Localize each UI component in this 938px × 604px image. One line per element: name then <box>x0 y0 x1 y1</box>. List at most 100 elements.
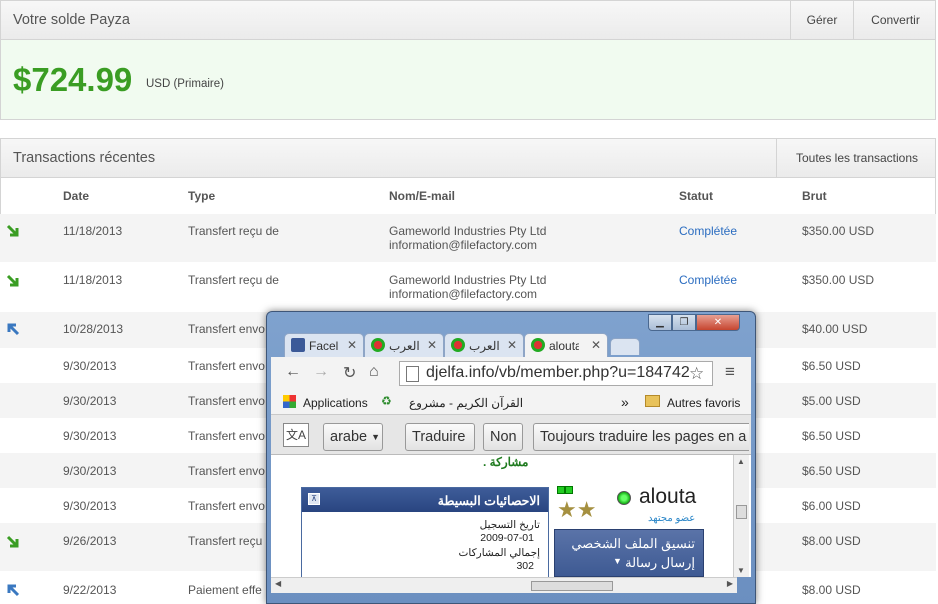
menu-icon[interactable]: ≡ <box>725 362 735 382</box>
row-date: 10/28/2013 <box>63 322 124 336</box>
scroll-left-icon[interactable]: ◀ <box>275 579 281 588</box>
bookmarks-bar: Applications ♻ القرآن الكريم - مشروع » A… <box>271 389 751 415</box>
tab-alouta[interactable]: alouta ✕ <box>524 333 608 357</box>
row-date: 9/26/2013 <box>63 534 117 548</box>
bookmark-item[interactable]: القرآن الكريم - مشروع <box>409 396 523 410</box>
scroll-thumb[interactable] <box>531 581 613 591</box>
status-indicator-icon <box>565 486 573 494</box>
address-bar[interactable]: djelfa.info/vb/member.php?u=184742 <box>399 361 713 386</box>
row-status-link[interactable]: Complétée <box>679 224 737 238</box>
row-date: 11/18/2013 <box>63 224 123 238</box>
translate-button[interactable]: Traduire <box>405 423 475 451</box>
rank-stars-icon: ★★ <box>557 497 597 522</box>
facebook-icon <box>291 338 305 352</box>
row-name: Gameworld Industries Pty Ltd <box>389 224 547 238</box>
close-tab-icon[interactable]: ✕ <box>347 338 357 352</box>
forward-icon[interactable]: → <box>313 363 329 381</box>
row-gross: $40.00 USD <box>802 322 868 336</box>
col-gross[interactable]: Brut <box>802 189 827 203</box>
row-name: Gameworld Industries Pty Ltd <box>389 273 547 287</box>
balance-currency: USD (Primaire) <box>146 78 224 90</box>
tab-site[interactable]: العرب ✕ <box>364 333 444 357</box>
balance-title: Votre solde Payza <box>13 12 130 28</box>
balance-header: Votre solde Payza Gérer Convertir <box>0 0 936 40</box>
maximize-button[interactable]: ❐ <box>672 314 696 331</box>
stats-box: ⊼ الاحصائيات البسيطة تاريخ التسجيل 2009-… <box>301 487 549 577</box>
tab-site[interactable]: العرب ✕ <box>444 333 524 357</box>
top-text: مشاركة . <box>483 455 529 469</box>
bookmark-apps[interactable]: Applications <box>303 396 368 410</box>
scroll-down-icon[interactable]: ▼ <box>737 566 745 575</box>
minimize-button[interactable]: ▁ <box>648 314 672 331</box>
col-date[interactable]: Date <box>63 189 89 203</box>
incoming-arrow-icon <box>6 274 19 287</box>
row-date: 9/22/2013 <box>63 583 117 597</box>
back-icon[interactable]: ← <box>285 363 301 381</box>
row-gross: $8.00 USD <box>802 534 861 548</box>
row-gross: $6.00 USD <box>802 499 861 513</box>
outgoing-arrow-icon <box>7 323 20 336</box>
incoming-arrow-icon <box>6 535 19 548</box>
browser-window[interactable]: ▁ ❐ ✕ Facel ✕ العرب ✕ العرب ✕ alouta ✕ ←… <box>266 311 756 604</box>
table-row[interactable]: 11/18/2013 Transfert reçu de Gameworld I… <box>0 214 936 262</box>
row-type: Transfert envo <box>188 322 265 336</box>
star-icon[interactable]: ☆ <box>689 364 705 384</box>
always-translate-button[interactable]: Toujours traduire les pages en a <box>533 423 749 451</box>
reg-date: 2009-07-01 <box>480 532 534 544</box>
bookmark-other[interactable]: Autres favoris <box>667 396 740 410</box>
row-type: Transfert reçu <box>188 534 263 548</box>
col-type[interactable]: Type <box>188 189 215 203</box>
browser-toolbar: ← → ↻ ⌂ djelfa.info/vb/member.php?u=1847… <box>271 357 751 389</box>
recycle-icon: ♻ <box>381 394 392 408</box>
home-icon[interactable]: ⌂ <box>369 363 379 381</box>
table-row[interactable]: 11/18/2013 Transfert reçu de Gameworld I… <box>0 262 936 312</box>
username[interactable]: alouta <box>639 485 696 509</box>
close-window-button[interactable]: ✕ <box>696 314 740 331</box>
page-icon <box>406 366 419 382</box>
row-date: 11/18/2013 <box>63 273 123 287</box>
profile-menu[interactable]: تنسيق الملف الشخصي إرسال رسالة ▼ <box>554 529 704 577</box>
close-tab-icon[interactable]: ✕ <box>591 338 601 352</box>
row-gross: $8.00 USD <box>802 583 861 597</box>
reload-icon[interactable]: ↻ <box>343 363 356 383</box>
close-tab-icon[interactable]: ✕ <box>507 338 517 352</box>
col-name[interactable]: Nom/E-mail <box>389 189 455 203</box>
dropdown-icon: ▼ <box>613 556 622 566</box>
bookmarks-more[interactable]: » <box>621 394 629 410</box>
reg-label: تاريخ التسجيل <box>479 519 540 531</box>
row-type: Transfert reçu de <box>188 273 279 287</box>
scroll-thumb[interactable] <box>736 505 747 519</box>
row-date: 9/30/2013 <box>63 464 117 478</box>
row-gross: $5.00 USD <box>802 394 861 408</box>
scroll-up-icon[interactable]: ▲ <box>737 457 745 466</box>
convert-button[interactable]: Convertir <box>853 1 937 39</box>
col-status[interactable]: Statut <box>679 189 713 203</box>
all-transactions-button[interactable]: Toutes les transactions <box>776 139 937 177</box>
vertical-scrollbar[interactable]: ▲ ▼ <box>733 455 749 577</box>
profile-button[interactable]: تنسيق الملف الشخصي <box>571 536 695 552</box>
tab-facebook[interactable]: Facel ✕ <box>284 333 364 357</box>
row-gross: $350.00 USD <box>802 273 875 287</box>
manage-button[interactable]: Gérer <box>790 1 853 39</box>
new-tab-button[interactable] <box>610 338 640 355</box>
row-date: 9/30/2013 <box>63 394 117 408</box>
status-indicator-icon <box>557 486 565 494</box>
scroll-right-icon[interactable]: ▶ <box>727 579 733 588</box>
row-status-link[interactable]: Complétée <box>679 273 737 287</box>
horizontal-scrollbar[interactable]: ◀ ▶ <box>271 577 737 593</box>
row-type: Transfert reçu de <box>188 224 279 238</box>
site-icon <box>531 338 545 352</box>
collapse-icon[interactable]: ⊼ <box>308 493 320 505</box>
row-type: Paiement effe <box>188 583 262 597</box>
translate-bar: 文A arabe ▼ Traduire Non Toujours traduir… <box>271 415 751 455</box>
row-type: Transfert envo <box>188 499 265 513</box>
apps-icon <box>283 395 296 408</box>
language-select[interactable]: arabe ▼ <box>323 423 383 451</box>
row-email: information@filefactory.com <box>389 238 538 252</box>
close-tab-icon[interactable]: ✕ <box>427 338 437 352</box>
table-header <box>0 178 936 214</box>
row-gross: $6.50 USD <box>802 464 861 478</box>
no-button[interactable]: Non <box>483 423 523 451</box>
message-button[interactable]: إرسال رسالة <box>625 555 695 571</box>
transactions-title: Transactions récentes <box>13 150 156 166</box>
